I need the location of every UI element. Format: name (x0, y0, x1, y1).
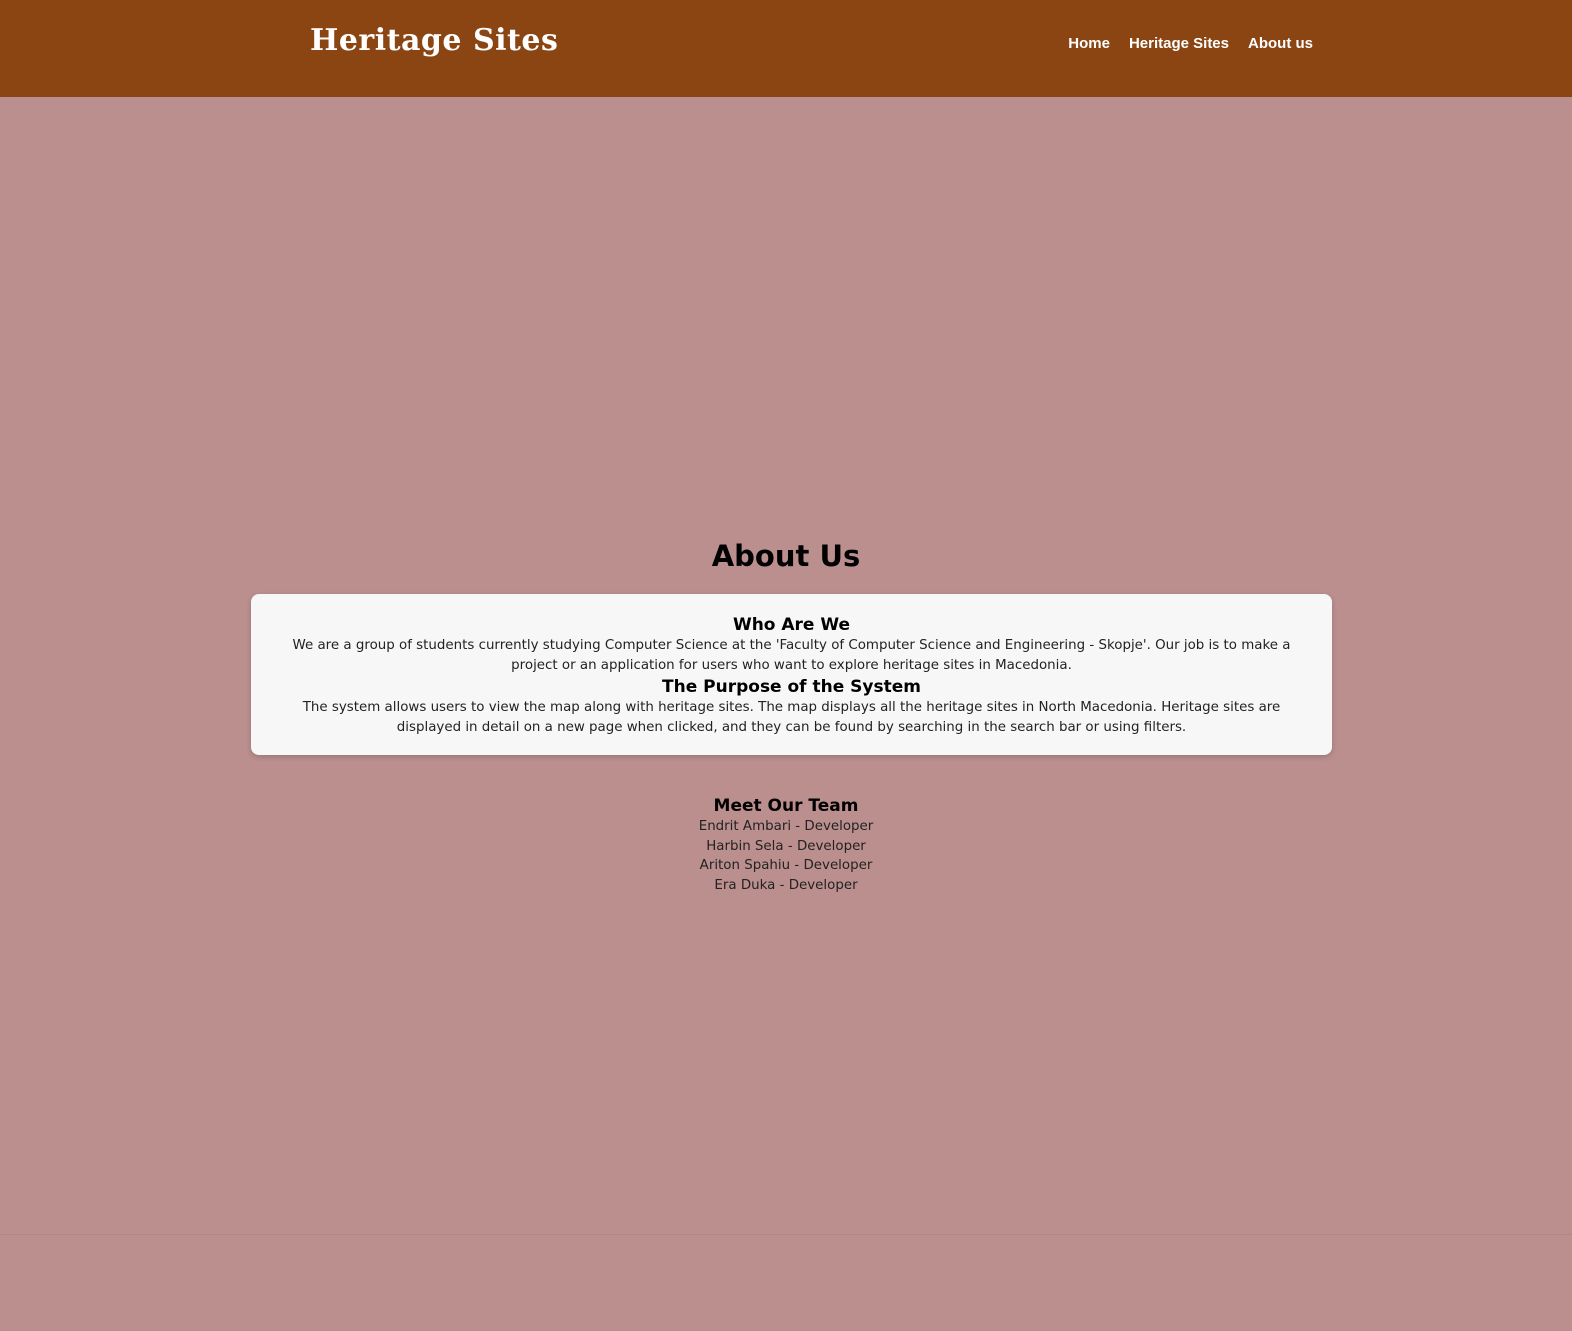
who-are-we-heading: Who Are We (732, 615, 851, 635)
about-card: Who Are We We are a group of students cu… (251, 594, 1332, 755)
nav-link-heritage-sites[interactable]: Heritage Sites (1129, 35, 1229, 52)
page-title: About Us (711, 539, 861, 573)
team-member: Endrit Ambari - Developer (698, 819, 874, 834)
purpose-text: The system allows users to view the map … (302, 700, 1281, 735)
nav-link-about-us[interactable]: About us (1248, 35, 1313, 52)
brand-logo-link[interactable]: Heritage Sites (310, 26, 558, 56)
purpose-heading: The Purpose of the System (662, 677, 921, 697)
footer-divider (0, 1234, 1572, 1235)
team-member: Harbin Sela - Developer (706, 838, 866, 854)
nav-links: Home Heritage Sites About us (1068, 35, 1313, 52)
team-list: Endrit Ambari - Developer Harbin Sela - … (0, 817, 1572, 895)
team-member: Ariton Spahiu - Developer (699, 858, 873, 873)
navbar: Heritage Sites Home Heritage Sites About… (0, 0, 1572, 97)
team-heading: Meet Our Team (713, 796, 859, 816)
team-member: Era Duka - Developer (714, 877, 858, 893)
nav-link-home[interactable]: Home (1068, 35, 1110, 52)
team-section: Meet Our Team Endrit Ambari - Developer … (0, 795, 1572, 895)
who-are-we-text: We are a group of students currently stu… (292, 638, 1291, 673)
